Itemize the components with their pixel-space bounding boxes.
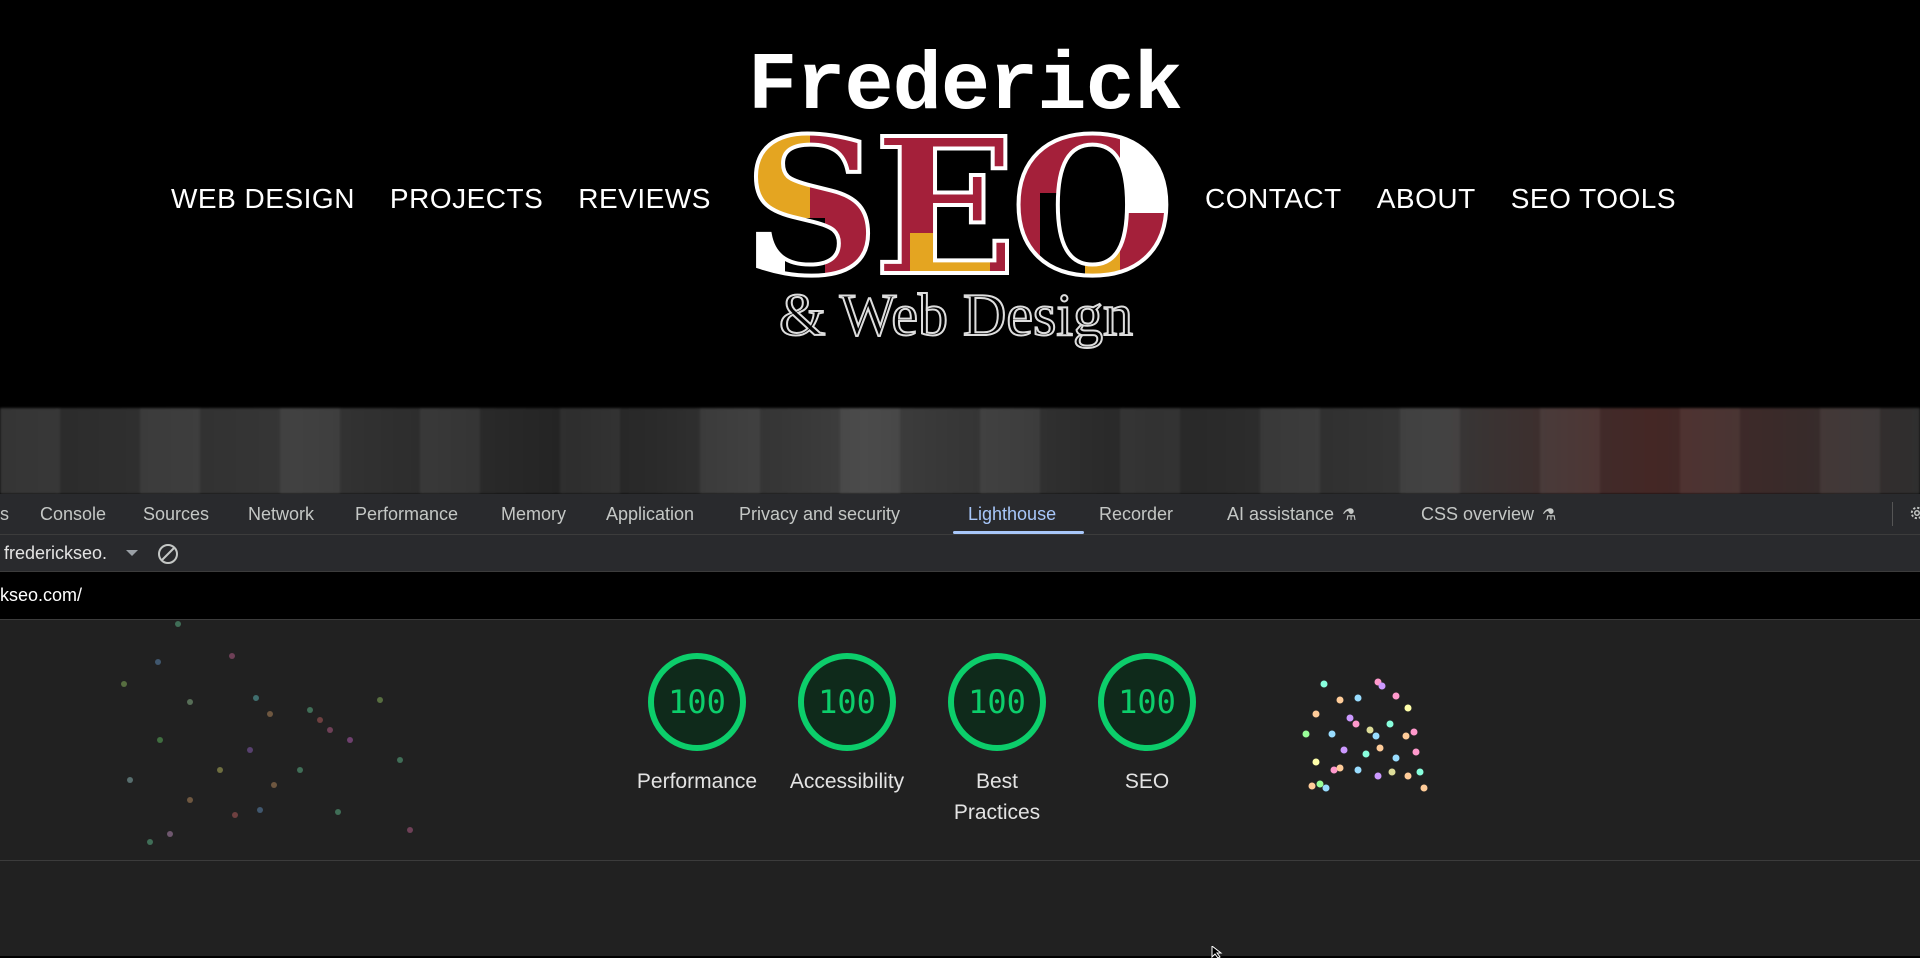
logo-seo-graphic: SEO SEO [742,123,1172,293]
score-value: 100 [668,683,726,721]
report-body [0,861,1920,956]
report-url: kseo.com/ [0,585,83,605]
flask-icon: ⚗ [1342,507,1357,524]
score-label: Accessibility [789,770,905,793]
score-gauge-accessibility[interactable]: 100 Accessibility [777,652,917,797]
devtools-panel: s Console Sources Network Performance Me… [0,494,1920,956]
score-label: Best Practices [953,770,1041,824]
nav-web-design[interactable]: WEB DESIGN [171,183,355,215]
report-url-bar: kseo.com/ [0,572,1920,620]
nav-seo-tools[interactable]: SEO TOOLS [1511,183,1676,215]
report-origin-select[interactable]: frederickseo. [4,535,107,571]
tab-lighthouse[interactable]: Lighthouse [968,494,1056,534]
tab-elements-truncated[interactable]: s [0,494,9,534]
chevron-down-icon[interactable] [126,550,138,556]
nav-reviews[interactable]: REVIEWS [578,183,711,215]
score-gauge-best-practices[interactable]: 100 Best Practices [927,652,1067,828]
tab-privacy-and-security[interactable]: Privacy and security [739,494,900,534]
gear-icon[interactable] [1908,504,1920,522]
svg-text:SEO: SEO [744,123,1169,293]
tab-ai-assistance-label: AI assistance [1227,504,1335,524]
nav-left: WEB DESIGN PROJECTS REVIEWS [171,183,711,215]
tab-console[interactable]: Console [40,494,106,534]
tab-css-overview[interactable]: CSS overview ⚗ [1421,494,1556,534]
tab-sources[interactable]: Sources [143,494,209,534]
nav-projects[interactable]: PROJECTS [390,183,543,215]
mouse-cursor-icon [1211,946,1223,958]
tab-recorder[interactable]: Recorder [1099,494,1173,534]
tabbar-divider [1892,502,1893,526]
score-label: Performance [636,770,758,793]
confetti-left [121,621,413,845]
score-value: 100 [968,683,1026,721]
nav-about[interactable]: ABOUT [1377,183,1476,215]
site-header: WEB DESIGN PROJECTS REVIEWS Frederick SE… [0,0,1920,408]
score-gauge-performance[interactable]: 100 Performance [627,652,767,797]
tab-performance[interactable]: Performance [355,494,458,534]
active-tab-indicator [953,531,1084,534]
hero-image [0,408,1920,494]
tab-application[interactable]: Application [606,494,694,534]
score-value: 100 [818,683,876,721]
flask-icon: ⚗ [1542,507,1557,524]
score-value: 100 [1118,683,1176,721]
logo-text-frederick: Frederick [748,40,1183,133]
score-label: SEO [1124,770,1170,793]
tab-network[interactable]: Network [248,494,314,534]
tab-ai-assistance[interactable]: AI assistance ⚗ [1227,494,1356,534]
logo-text-web-design: & Web Design [778,282,1134,348]
score-gauge-seo[interactable]: 100 SEO [1077,652,1217,797]
confetti-right [1302,678,1428,792]
lighthouse-report-summary: 100 Performance 100 Accessibility 100 Be… [0,620,1920,861]
tab-memory[interactable]: Memory [501,494,566,534]
site-logo[interactable]: Frederick SEO SE [740,40,1183,360]
devtools-tabbar: s Console Sources Network Performance Me… [0,494,1920,535]
tab-css-overview-label: CSS overview [1421,504,1535,524]
nav-right: CONTACT ABOUT SEO TOOLS [1205,183,1676,215]
nav-contact[interactable]: CONTACT [1205,183,1342,215]
clear-icon[interactable] [156,542,180,566]
lighthouse-toolbar: frederickseo. [0,535,1920,572]
